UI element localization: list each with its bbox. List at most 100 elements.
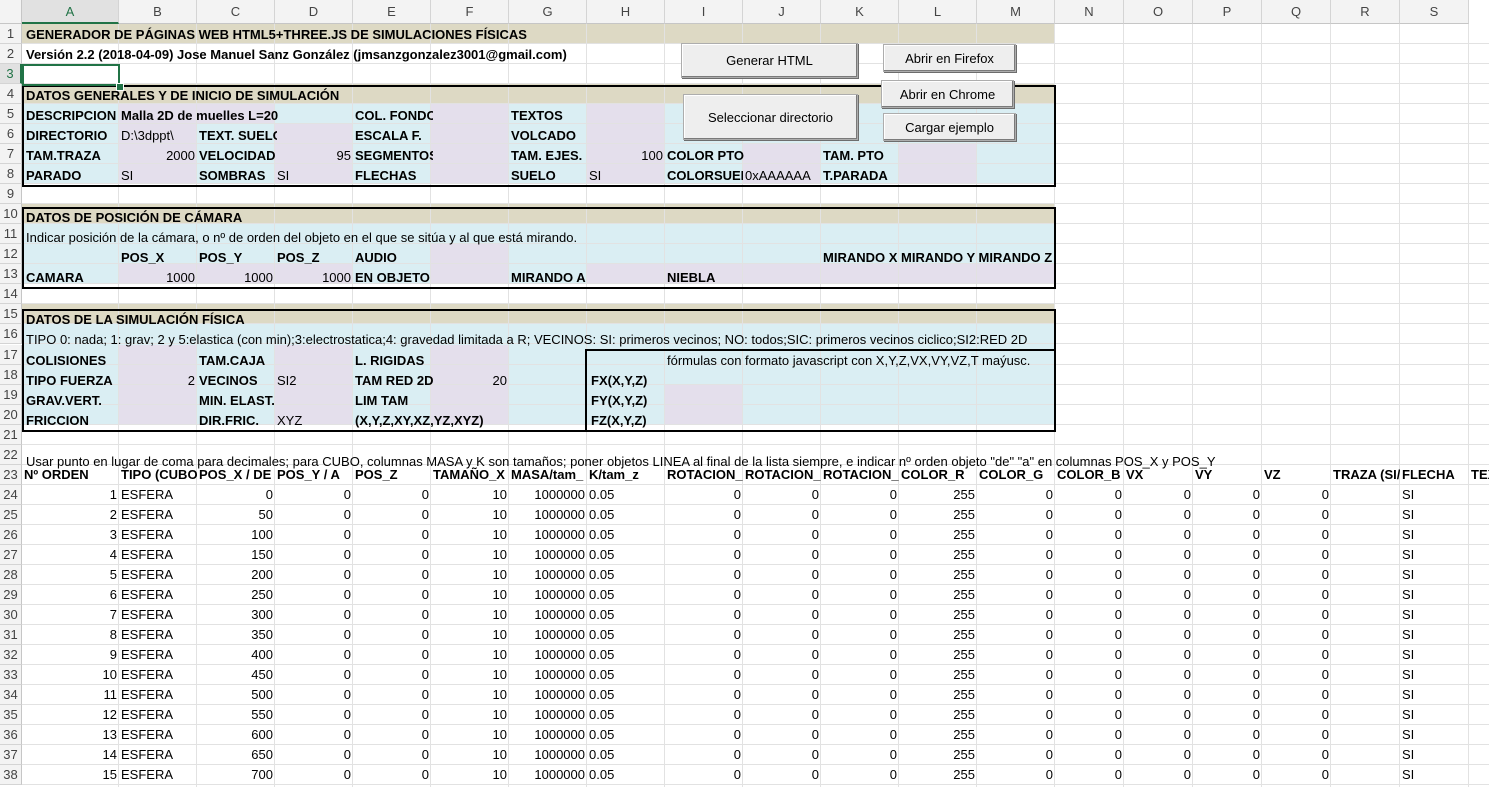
row-header-38[interactable]: 38 — [0, 765, 22, 785]
table-cell[interactable]: 0 — [1262, 625, 1331, 645]
table-cell[interactable]: 255 — [899, 525, 977, 545]
table-header-cell[interactable]: K/tam_z — [587, 465, 665, 485]
table-cell[interactable]: 0 — [1193, 765, 1262, 785]
table-cell[interactable]: 0 — [743, 665, 821, 685]
table-cell[interactable]: 0 — [1193, 565, 1262, 585]
table-cell[interactable]: 0 — [1055, 545, 1124, 565]
table-cell[interactable]: 0 — [275, 725, 353, 745]
table-cell[interactable]: 0 — [275, 625, 353, 645]
table-cell[interactable]: 0 — [1124, 565, 1193, 585]
table-cell[interactable]: 10 — [431, 565, 509, 585]
table-cell[interactable]: 0 — [1055, 645, 1124, 665]
table-cell[interactable]: 1000000 — [509, 525, 587, 545]
table-cell[interactable]: 10 — [431, 665, 509, 685]
table-cell[interactable]: 7 — [22, 605, 119, 625]
table-cell[interactable]: 0 — [743, 765, 821, 785]
table-cell[interactable] — [1331, 685, 1400, 705]
table-cell[interactable]: 0 — [743, 625, 821, 645]
colisiones-label[interactable]: COLISIONES — [24, 351, 120, 371]
table-cell[interactable]: 255 — [899, 545, 977, 565]
table-cell[interactable]: 0 — [1262, 765, 1331, 785]
table-cell[interactable] — [1331, 605, 1400, 625]
descripcion-label[interactable]: DESCRIPCION — [24, 106, 120, 126]
table-cell[interactable]: 0 — [665, 645, 743, 665]
table-cell[interactable]: ESFERA — [119, 665, 197, 685]
table-cell[interactable]: 0.05 — [587, 765, 665, 785]
table-cell[interactable]: 0 — [665, 605, 743, 625]
table-cell[interactable]: 0 — [977, 745, 1055, 765]
camera-pos-x[interactable]: 1000 — [119, 268, 197, 288]
table-cell[interactable]: 0 — [665, 705, 743, 725]
table-cell[interactable]: 0 — [353, 645, 431, 665]
table-cell[interactable]: SI — [1400, 725, 1469, 745]
lim-tam-label[interactable]: LIM TAM — [353, 391, 433, 411]
table-cell[interactable]: 0 — [821, 665, 899, 685]
table-cell[interactable]: 0 — [1124, 625, 1193, 645]
fx-label[interactable]: FX(X,Y,Z) — [589, 371, 665, 391]
table-cell[interactable] — [1331, 665, 1400, 685]
column-header-g[interactable]: G — [509, 0, 587, 24]
table-cell[interactable]: 0 — [1055, 485, 1124, 505]
table-cell[interactable] — [1331, 745, 1400, 765]
column-header-m[interactable]: M — [977, 0, 1055, 24]
table-cell[interactable]: 255 — [899, 665, 977, 685]
column-header-f[interactable]: F — [431, 0, 509, 24]
table-cell[interactable]: 10 — [431, 485, 509, 505]
table-cell[interactable]: 0 — [977, 765, 1055, 785]
row-header-4[interactable]: 4 — [0, 84, 22, 104]
table-cell[interactable]: 0 — [743, 545, 821, 565]
table-cell[interactable]: 5 — [22, 565, 119, 585]
spreadsheet-grid[interactable]: ABCDEFGHIJKLMNOPQRS 1 2 3 4 5 6 7 8 9 10 11 12 13 14 1… — [0, 0, 1489, 787]
tam-pto-label[interactable]: TAM. PTO — [821, 146, 901, 166]
table-cell[interactable]: SI — [1400, 765, 1469, 785]
mirando-a-label[interactable]: MIRANDO A — [509, 268, 609, 288]
color-pto-label[interactable]: COLOR PTO — [665, 146, 745, 166]
table-cell[interactable] — [1331, 505, 1400, 525]
table-cell[interactable]: ESFERA — [119, 625, 197, 645]
table-cell[interactable]: 0 — [665, 505, 743, 525]
table-cell[interactable]: 0 — [1055, 665, 1124, 685]
table-cell[interactable]: 0 — [275, 685, 353, 705]
table-cell[interactable]: 0 — [1124, 505, 1193, 525]
table-cell[interactable]: 0 — [977, 525, 1055, 545]
table-cell[interactable]: 0 — [1124, 665, 1193, 685]
seleccionar-directorio-button[interactable]: Seleccionar directorio — [683, 94, 858, 140]
descripcion-value[interactable]: Malla 2D de muelles L=20 — [119, 106, 279, 126]
table-cell[interactable]: 0 — [821, 745, 899, 765]
camera-instruction[interactable]: Indicar posición de la cámara, o nº de o… — [24, 228, 1054, 248]
table-cell[interactable]: 0 — [1055, 685, 1124, 705]
row-header-27[interactable]: 27 — [0, 545, 22, 565]
physics-section-title[interactable]: DATOS DE LA SIMULACIÓN FÍSICA — [24, 310, 424, 330]
table-header-cell[interactable]: TIPO (CUBO, — [119, 465, 197, 485]
table-cell[interactable]: 0 — [1262, 745, 1331, 765]
parado-value[interactable]: SI — [119, 166, 197, 186]
escala-f-label[interactable]: ESCALA F. — [353, 126, 433, 146]
row-header-26[interactable]: 26 — [0, 525, 22, 545]
table-cell[interactable]: 0 — [275, 705, 353, 725]
column-header-a[interactable]: A — [22, 0, 119, 24]
row-header-7[interactable]: 7 — [0, 144, 22, 164]
table-cell[interactable]: 0 — [1124, 685, 1193, 705]
table-cell[interactable] — [1331, 705, 1400, 725]
table-cell[interactable]: 0 — [1262, 585, 1331, 605]
table-cell[interactable]: 1000000 — [509, 505, 587, 525]
table-cell[interactable]: 255 — [899, 705, 977, 725]
table-cell[interactable]: 10 — [431, 545, 509, 565]
sombras-label[interactable]: SOMBRAS — [197, 166, 277, 186]
table-cell[interactable]: 8 — [22, 625, 119, 645]
table-cell[interactable]: 10 — [431, 685, 509, 705]
table-cell[interactable]: 0 — [353, 685, 431, 705]
table-cell[interactable]: 0 — [1124, 545, 1193, 565]
table-cell[interactable]: 0 — [1193, 625, 1262, 645]
table-cell[interactable]: 0 — [977, 485, 1055, 505]
directorio-label[interactable]: DIRECTORIO — [24, 126, 120, 146]
table-cell[interactable]: SI — [1400, 565, 1469, 585]
row-header-15[interactable]: 15 — [0, 304, 22, 324]
table-cell[interactable]: 0 — [1262, 725, 1331, 745]
sombras-value[interactable]: SI — [275, 166, 353, 186]
table-cell[interactable]: 0 — [743, 585, 821, 605]
table-cell[interactable]: 10 — [431, 625, 509, 645]
table-header-cell[interactable]: VZ — [1262, 465, 1331, 485]
table-header-cell[interactable]: VY — [1193, 465, 1262, 485]
table-cell[interactable] — [1331, 765, 1400, 785]
